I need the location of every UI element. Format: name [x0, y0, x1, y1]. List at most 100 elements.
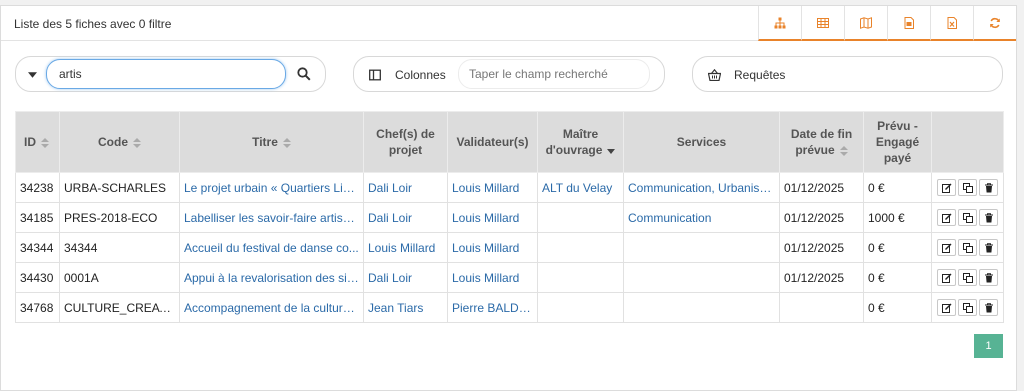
- columns-group: Colonnes: [353, 56, 665, 92]
- column-header-titre[interactable]: Titre: [179, 111, 364, 173]
- column-header-validateurs[interactable]: Validateur(s): [447, 111, 538, 173]
- edit-button[interactable]: [937, 269, 956, 286]
- pdf-export-button[interactable]: [887, 6, 930, 41]
- edit-button[interactable]: [937, 239, 956, 256]
- cell-validateur-link[interactable]: Louis Millard: [447, 202, 538, 233]
- search-input[interactable]: [46, 59, 286, 89]
- cell-services-link[interactable]: [623, 232, 780, 263]
- view-toolbar: [758, 6, 1016, 41]
- copy-button[interactable]: [958, 179, 977, 196]
- cell-chef-link[interactable]: Dali Loir: [363, 172, 448, 203]
- delete-button[interactable]: [979, 209, 998, 226]
- cell-services-link[interactable]: Communication, Urbanisme: [623, 172, 780, 203]
- cell-date: 01/12/2025: [779, 202, 864, 233]
- delete-icon: [984, 242, 993, 252]
- delete-button[interactable]: [979, 239, 998, 256]
- column-header-services[interactable]: Services: [623, 111, 780, 173]
- edit-icon: [941, 183, 951, 193]
- cell-actions: [931, 292, 1004, 323]
- excel-export-button[interactable]: [930, 6, 973, 41]
- map-icon: [860, 16, 872, 29]
- edit-icon: [941, 243, 951, 253]
- cell-date: 01/12/2025: [779, 232, 864, 263]
- cell-maitre-link[interactable]: ALT du Velay: [537, 172, 624, 203]
- requests-button[interactable]: Requêtes: [692, 56, 1003, 92]
- columns-icon[interactable]: [369, 69, 381, 81]
- edit-button[interactable]: [937, 179, 956, 196]
- cell-code: 0001A: [59, 262, 180, 293]
- cell-validateur-link[interactable]: Louis Millard: [447, 172, 538, 203]
- sort-icon: [41, 137, 49, 148]
- cell-titre-link[interactable]: Accueil du festival de danse co...: [179, 232, 364, 263]
- cell-code: PRES-2018-ECO: [59, 202, 180, 233]
- cell-titre-link[interactable]: Appui à la revalorisation des sit...: [179, 262, 364, 293]
- delete-icon: [984, 302, 993, 312]
- caret-down-icon: [27, 72, 37, 78]
- delete-button[interactable]: [979, 299, 998, 316]
- panel-header: Liste des 5 fiches avec 0 filtre: [1, 6, 1016, 41]
- delete-icon: [984, 272, 993, 282]
- cell-prevu: 0 €: [863, 262, 932, 293]
- column-header-id[interactable]: ID: [15, 111, 60, 173]
- cell-code: 34344: [59, 232, 180, 263]
- cell-chef-link[interactable]: Dali Loir: [363, 262, 448, 293]
- refresh-button[interactable]: [973, 6, 1016, 41]
- cell-prevu: 0 €: [863, 292, 932, 323]
- cell-titre-link[interactable]: Le projet urbain « Quartiers Libr...: [179, 172, 364, 203]
- cell-validateur-link[interactable]: Pierre BALDON: [447, 292, 538, 323]
- copy-button[interactable]: [958, 239, 977, 256]
- cell-services-link[interactable]: Communication: [623, 202, 780, 233]
- column-header-code[interactable]: Code: [59, 111, 180, 173]
- copy-button[interactable]: [958, 299, 977, 316]
- cell-chef-link[interactable]: Dali Loir: [363, 202, 448, 233]
- cell-maitre-link[interactable]: [537, 232, 624, 263]
- column-search-input[interactable]: [458, 59, 650, 89]
- cell-validateur-link[interactable]: Louis Millard: [447, 232, 538, 263]
- delete-icon: [984, 182, 993, 192]
- cell-chef-link[interactable]: Louis Millard: [363, 232, 448, 263]
- column-header-date[interactable]: Date de fin prévue: [779, 111, 864, 173]
- delete-button[interactable]: [979, 179, 998, 196]
- filter-dropdown-button[interactable]: [26, 69, 38, 81]
- copy-button[interactable]: [958, 269, 977, 286]
- list-panel: Liste des 5 fiches avec 0 filtre artis C…: [0, 5, 1017, 391]
- cell-services-link[interactable]: [623, 262, 780, 293]
- table-view-button[interactable]: [801, 6, 844, 41]
- edit-icon: [941, 213, 951, 223]
- basket-icon: [708, 69, 721, 81]
- cell-titre-link[interactable]: Labelliser les savoir-faire artisa...: [179, 202, 364, 233]
- cell-maitre-link[interactable]: [537, 202, 624, 233]
- table-row: 34238 URBA-SCHARLES Le projet urbain « Q…: [15, 172, 1004, 203]
- delete-button[interactable]: [979, 269, 998, 286]
- cell-maitre-link[interactable]: [537, 262, 624, 293]
- cell-validateur-link[interactable]: Louis Millard: [447, 262, 538, 293]
- pdf-export-icon: [904, 16, 914, 29]
- column-header-maitre[interactable]: Maître d'ouvrage: [537, 111, 624, 173]
- sort-icon: [133, 137, 141, 148]
- requests-label: Requêtes: [734, 68, 786, 82]
- cell-maitre-link[interactable]: [537, 292, 624, 323]
- refresh-icon: [990, 17, 1000, 28]
- copy-button[interactable]: [958, 209, 977, 226]
- search-icon[interactable]: [297, 67, 311, 81]
- edit-icon: [941, 303, 951, 313]
- column-header-chefs[interactable]: Chef(s) de projet: [363, 111, 448, 173]
- cell-titre-link[interactable]: Accompagnement de la culture...: [179, 292, 364, 323]
- column-header-prevu[interactable]: Prévu - Engagé payé: [863, 111, 932, 173]
- sort-icon: [839, 145, 848, 156]
- cell-services-link[interactable]: [623, 292, 780, 323]
- cell-date: 01/12/2025: [779, 262, 864, 293]
- hierarchy-view-button[interactable]: [758, 6, 801, 41]
- columns-label[interactable]: Colonnes: [395, 68, 446, 82]
- cell-code: URBA-SCHARLES: [59, 172, 180, 203]
- cell-id: 34768: [15, 292, 60, 323]
- cell-id: 34185: [15, 202, 60, 233]
- map-view-button[interactable]: [844, 6, 887, 41]
- edit-button[interactable]: [937, 299, 956, 316]
- edit-button[interactable]: [937, 209, 956, 226]
- table-row: 34344 34344 Accueil du festival de danse…: [15, 232, 1004, 263]
- sort-icon: [282, 137, 291, 148]
- edit-icon: [941, 273, 951, 283]
- pagination-page-1[interactable]: 1: [974, 334, 1003, 358]
- cell-chef-link[interactable]: Jean Tiars: [363, 292, 448, 323]
